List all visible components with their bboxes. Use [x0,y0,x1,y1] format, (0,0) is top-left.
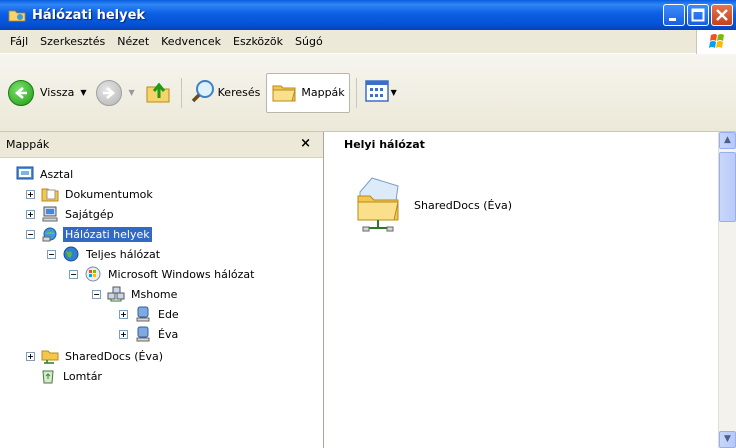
tree-label: Microsoft Windows hálózat [108,267,255,281]
folders-pane-title: Mappák [6,138,50,151]
network-computer-icon [134,326,152,342]
tree-item-documents[interactable]: + Dokumentumok [26,184,155,204]
tree-item-computer-eva[interactable]: + Éva [119,324,180,344]
tree-item-my-computer[interactable]: + Sajátgép [26,204,116,224]
tree-label: Hálózati helyek [63,226,152,242]
menu-file[interactable]: Fájl [4,30,34,54]
tree-label: Asztal [40,167,74,181]
item-label: SharedDocs (Éva) [414,199,512,212]
menu-view[interactable]: Nézet [111,30,155,54]
network-computer-icon [134,306,152,322]
tree-label: Dokumentumok [65,187,153,201]
tree-item-desktop[interactable]: Asztal [16,164,75,184]
tree-item-network-places[interactable]: − Hálózati helyek [26,224,152,244]
menu-favorites[interactable]: Kedvencek [155,30,227,54]
views-icon [364,80,389,105]
views-button[interactable]: ▼ [361,73,401,113]
window-title: Hálózati helyek [32,7,146,23]
maximize-button[interactable] [687,4,709,26]
workgroup-icon [107,286,125,302]
back-arrow-icon [8,79,34,106]
folders-button[interactable]: Mappák [266,72,350,113]
toolbar-separator [355,77,357,108]
title-bar[interactable]: Hálózati helyek [0,0,736,30]
computer-icon [41,206,59,222]
tree-label: Sajátgép [65,207,114,221]
close-icon[interactable]: × [300,136,311,151]
forward-arrow-icon [96,79,123,106]
shared-folder-item[interactable]: SharedDocs (Éva) [354,172,512,239]
folders-pane: Mappák × Asztal + Dokumentumok + Sajátgé… [0,132,324,448]
group-header: Helyi hálózat [328,132,718,158]
network-places-icon [8,8,26,22]
back-label: Vissza [40,86,75,99]
forward-button[interactable]: ▼ [92,73,138,113]
collapse-icon[interactable]: − [92,289,101,299]
desktop-icon [16,166,34,182]
tree-label: SharedDocs (Éva) [65,349,163,363]
tree-item-windows-network[interactable]: − Microsoft Windows hálózat [69,264,256,284]
expand-icon[interactable]: + [26,209,35,219]
collapse-icon[interactable]: − [47,249,56,259]
tree-label: Éva [158,327,179,341]
scroll-up-button[interactable]: ▲ [719,132,736,149]
content-pane: Helyi hálózat SharedDocs (Éva) [328,132,718,448]
network-folder-icon [41,348,59,364]
scroll-thumb[interactable] [719,152,736,222]
back-button[interactable]: Vissza ▼ [4,73,90,113]
scroll-down-button[interactable]: ▼ [719,431,736,448]
expand-icon[interactable]: + [26,189,35,199]
tree-item-workgroup[interactable]: − Mshome [92,284,179,304]
vertical-scrollbar[interactable]: ▲ ▼ [718,132,736,448]
close-button[interactable] [711,4,733,26]
folders-pane-header: Mappák × [0,132,323,158]
up-folder-icon [145,78,171,107]
search-icon [190,78,216,107]
tree-item-computer-ede[interactable]: + Ede [119,304,181,324]
menu-help[interactable]: Súgó [289,30,329,54]
documents-folder-icon [41,186,59,202]
chevron-down-icon[interactable]: ▼ [391,88,397,97]
tree-label: Teljes hálózat [86,247,161,261]
folders-label: Mappák [301,86,345,99]
tree-item-entire-network[interactable]: − Teljes hálózat [47,244,162,264]
tree-label: Lomtár [63,369,102,383]
menu-tools[interactable]: Eszközök [227,30,289,54]
up-folder-button[interactable] [141,73,175,113]
globe-icon [62,246,80,262]
search-button[interactable]: Keresés [186,73,265,113]
chevron-down-icon[interactable]: ▼ [80,88,86,97]
expand-icon[interactable]: + [119,309,128,319]
menu-bar: Fájl Szerkesztés Nézet Kedvencek Eszközö… [0,30,736,54]
windows-network-icon [84,266,102,282]
tree-item-recycle-bin[interactable]: Lomtár [39,366,104,386]
toolbar-separator [180,77,182,108]
minimize-button[interactable] [663,4,685,26]
recycle-bin-icon [39,368,57,384]
toolbar: Vissza ▼ ▼ Keresés Mappák ▼ [0,54,736,132]
tree-item-shared-docs[interactable]: + SharedDocs (Éva) [26,346,165,366]
network-share-folder-icon [354,172,406,239]
expand-icon[interactable]: + [26,351,35,361]
expand-icon[interactable]: + [119,329,128,339]
search-label: Keresés [217,86,261,99]
folder-icon [271,78,297,107]
collapse-icon[interactable]: − [26,229,35,239]
tree-label: Mshome [131,287,178,301]
collapse-icon[interactable]: − [69,269,78,279]
windows-logo-icon [696,30,736,54]
network-places-icon [41,226,59,242]
chevron-down-icon[interactable]: ▼ [128,88,134,97]
tree-label: Ede [158,307,179,321]
menu-edit[interactable]: Szerkesztés [34,30,111,54]
